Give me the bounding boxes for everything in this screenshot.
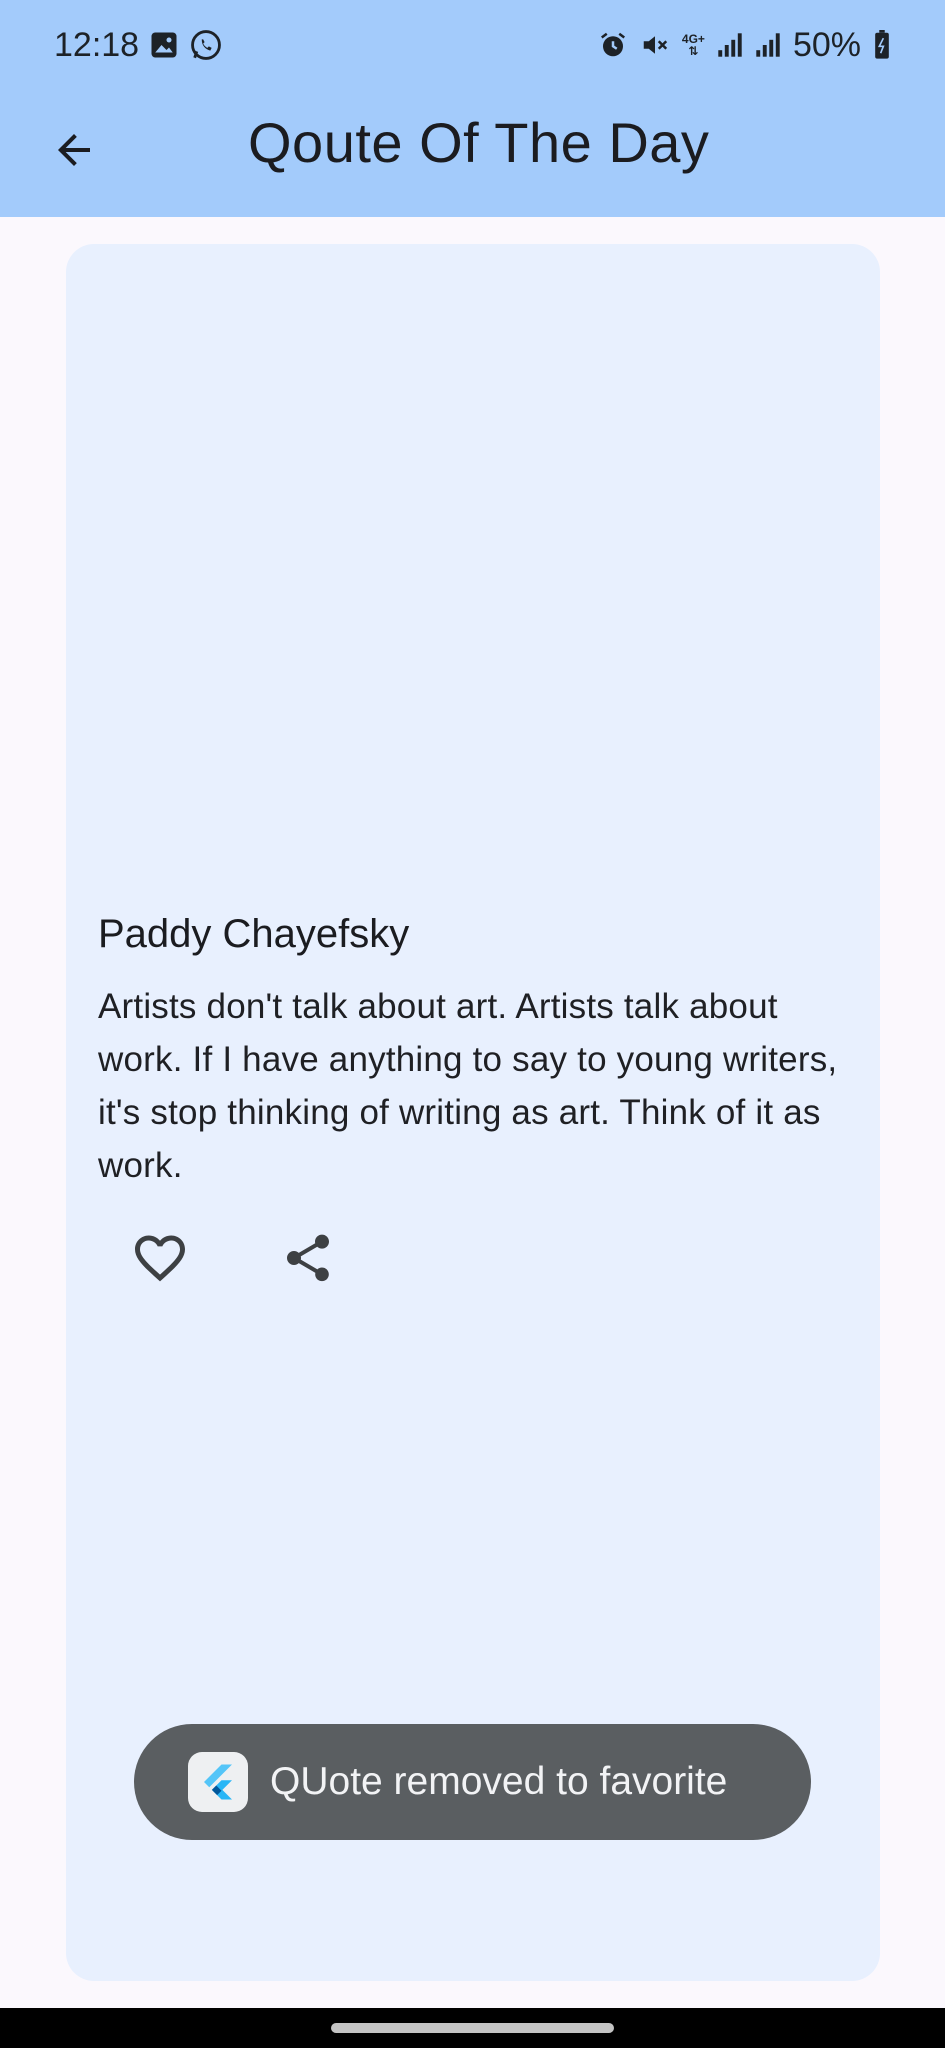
mute-icon <box>640 30 670 60</box>
arrow-back-icon <box>58 134 90 166</box>
status-bar: 12:18 4G+ ⇅ 50% <box>0 0 945 90</box>
status-left: 12:18 <box>54 26 223 65</box>
toast-text: QUote removed to favorite <box>270 1760 728 1803</box>
whatsapp-icon <box>189 28 223 62</box>
share-icon <box>287 1234 329 1282</box>
toast-message: QUote removed to favorite <box>134 1724 811 1840</box>
system-nav-bar <box>0 2008 945 2048</box>
back-button[interactable] <box>40 116 108 184</box>
favorite-button[interactable] <box>120 1218 200 1298</box>
battery-icon <box>873 30 891 60</box>
battery-percent: 50% <box>792 25 861 64</box>
signal-icon <box>755 31 781 59</box>
app-bar: Qoute Of The Day <box>0 90 945 217</box>
flutter-logo-icon <box>188 1752 248 1812</box>
signal-icon <box>717 31 743 59</box>
home-indicator[interactable] <box>331 2023 614 2033</box>
heart-outline-icon <box>135 1235 185 1282</box>
data-arrows-icon: ⇅ <box>688 44 699 58</box>
quote-text: Artists don't talk about art. Artists ta… <box>98 987 838 1185</box>
page-title: Qoute Of The Day <box>248 111 710 174</box>
quote-actions <box>120 1218 348 1298</box>
status-time: 12:18 <box>54 25 140 64</box>
quote-author: Paddy Chayefsky <box>98 912 410 956</box>
share-button[interactable] <box>268 1218 348 1298</box>
4g-data-icon: 4G+ ⇅ <box>682 33 705 57</box>
gallery-icon <box>149 30 179 60</box>
alarm-icon <box>598 30 628 60</box>
status-right: 4G+ ⇅ 50% <box>598 26 891 65</box>
